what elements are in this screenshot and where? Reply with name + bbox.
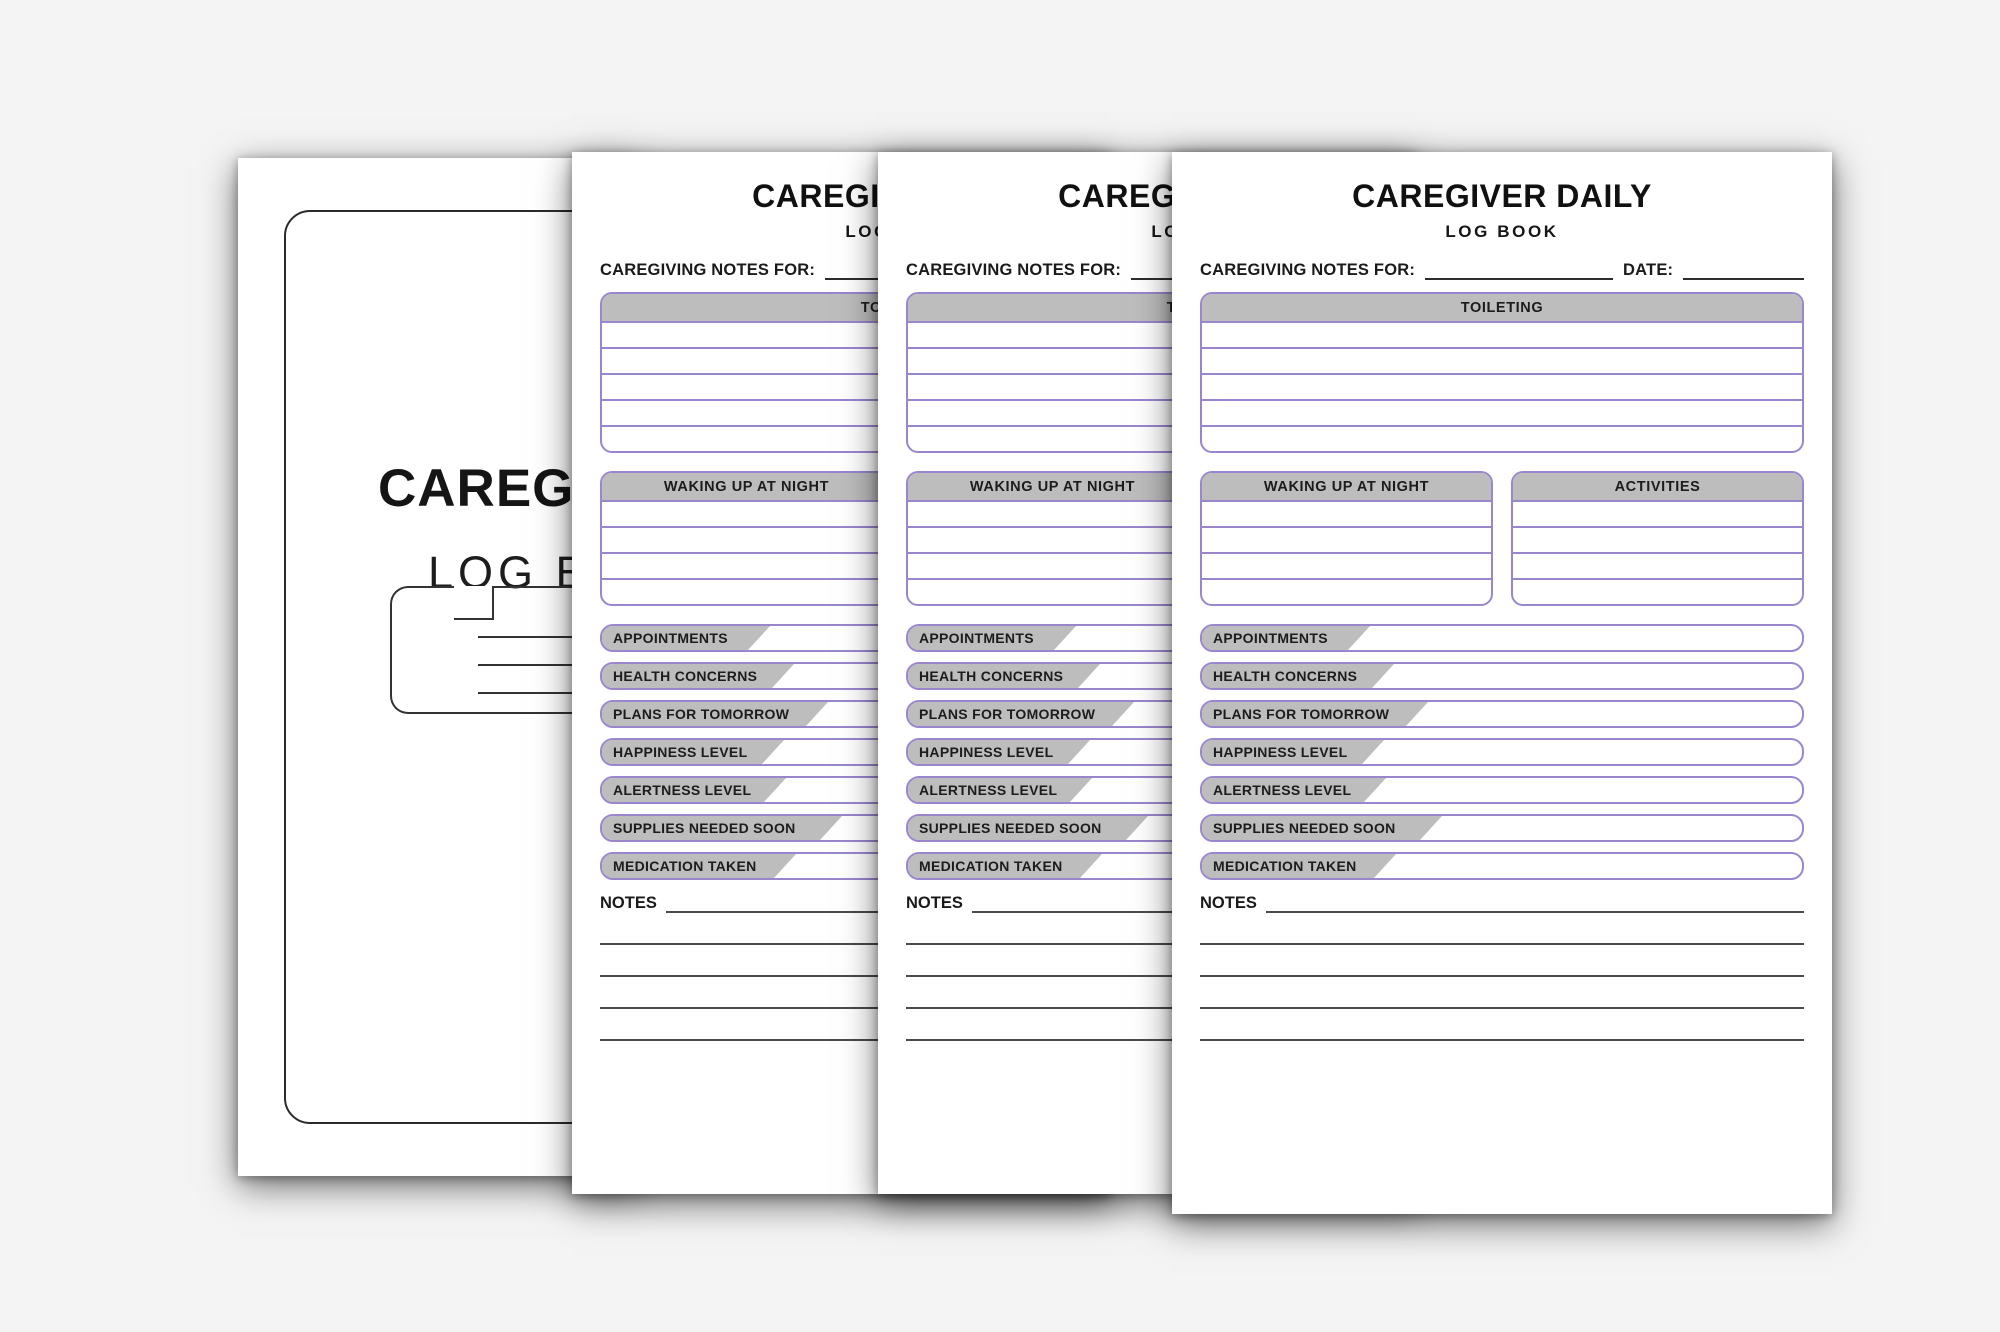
notes-input-line[interactable]: [1265, 899, 1804, 913]
toileting-lines[interactable]: [1202, 323, 1802, 451]
waking-up-at-night-section: WAKING UP AT NIGHT: [600, 471, 893, 606]
date-input[interactable]: [1683, 265, 1804, 280]
log-page-front[interactable]: CAREGIVER DAILY LOG BOOK CAREGIVING NOTE…: [1172, 152, 1832, 1214]
ruled-line[interactable]: [1513, 502, 1802, 528]
waking-up-at-night-section: WAKING UP AT NIGHT: [906, 471, 1199, 606]
tab-row-label: PLANS FOR TOMORROW: [908, 702, 1134, 726]
waking-up-at-night-header: WAKING UP AT NIGHT: [1202, 473, 1491, 502]
notes-section: NOTES: [1200, 894, 1804, 1041]
ruled-line[interactable]: [1202, 528, 1491, 554]
notes-line[interactable]: [1200, 945, 1804, 977]
cover-decoration-notch: [454, 586, 494, 620]
date-label: DATE:: [1623, 261, 1674, 279]
waking-up-at-night-lines[interactable]: [1202, 502, 1491, 604]
ruled-line[interactable]: [1513, 528, 1802, 554]
notes-line[interactable]: [1200, 913, 1804, 945]
ruled-line[interactable]: [602, 580, 891, 604]
tab-row-label: MEDICATION TAKEN: [602, 854, 796, 878]
tab-rows-section: APPOINTMENTS HEALTH CONCERNS PLANS FOR TOM…: [1200, 624, 1804, 880]
tab-row-label: HEALTH CONCERNS: [908, 664, 1100, 688]
canvas: CAREGIVER LOG BOOK CAREGIVER DAILY LOG B…: [0, 0, 2000, 1332]
notes-for-label: CAREGIVING NOTES FOR:: [1200, 261, 1416, 279]
page-subtitle: LOG BOOK: [1445, 222, 1559, 241]
activities-section: ACTIVITIES: [1511, 471, 1804, 606]
ruled-line[interactable]: [1202, 349, 1802, 375]
waking-up-at-night-lines[interactable]: [602, 502, 891, 604]
waking-up-at-night-section: WAKING UP AT NIGHT: [1200, 471, 1493, 606]
toileting-section: TOILETING: [1200, 292, 1804, 453]
tab-row-label: HEALTH CONCERNS: [1202, 664, 1394, 688]
notes-extra-lines[interactable]: [1200, 913, 1804, 1041]
ruled-line[interactable]: [1513, 554, 1802, 580]
document-header: CAREGIVER DAILY LOG BOOK: [1172, 152, 1832, 242]
ruled-line[interactable]: [1513, 580, 1802, 604]
waking-up-at-night-header: WAKING UP AT NIGHT: [602, 473, 891, 502]
notes-label: NOTES: [1200, 894, 1257, 912]
ruled-line[interactable]: [1202, 580, 1491, 604]
tab-row-label: APPOINTMENTS: [908, 626, 1076, 650]
log-form-body: CAREGIVER DAILY LOG BOOK CAREGIVING NOTE…: [1172, 152, 1832, 1214]
ruled-line[interactable]: [602, 528, 891, 554]
notes-for-input[interactable]: [1425, 265, 1614, 280]
tab-row-label: ALERTNESS LEVEL: [602, 778, 786, 802]
notes-label: NOTES: [906, 894, 963, 912]
tab-row-label: SUPPLIES NEEDED SOON: [908, 816, 1148, 840]
tab-row[interactable]: MEDICATION TAKEN: [1200, 852, 1804, 880]
activities-lines[interactable]: [1513, 502, 1802, 604]
notes-for-label: CAREGIVING NOTES FOR:: [906, 261, 1122, 279]
tab-row-label: SUPPLIES NEEDED SOON: [1202, 816, 1442, 840]
tab-row-label: ALERTNESS LEVEL: [1202, 778, 1386, 802]
tab-row-label: SUPPLIES NEEDED SOON: [602, 816, 842, 840]
ruled-line[interactable]: [908, 580, 1197, 604]
ruled-line[interactable]: [1202, 554, 1491, 580]
tab-row-label: MEDICATION TAKEN: [908, 854, 1102, 878]
tab-row[interactable]: HEALTH CONCERNS: [1200, 662, 1804, 690]
notes-line[interactable]: [1200, 977, 1804, 1009]
tab-row-label: HEALTH CONCERNS: [602, 664, 794, 688]
page-title: CAREGIVER DAILY: [1352, 178, 1652, 214]
tab-row[interactable]: PLANS FOR TOMORROW: [1200, 700, 1804, 728]
notes-for-label: CAREGIVING NOTES FOR:: [600, 261, 816, 279]
notes-first-row: NOTES: [1200, 894, 1804, 913]
ruled-line[interactable]: [908, 502, 1197, 528]
tab-row-label: HAPPINESS LEVEL: [1202, 740, 1384, 764]
tab-row-label: PLANS FOR TOMORROW: [602, 702, 828, 726]
two-column-section: WAKING UP AT NIGHT ACTIVITIES: [1200, 471, 1804, 606]
tab-row-label: APPOINTMENTS: [602, 626, 770, 650]
tab-row-label: HAPPINESS LEVEL: [908, 740, 1090, 764]
toileting-header: TOILETING: [1202, 294, 1802, 323]
waking-up-at-night-lines[interactable]: [908, 502, 1197, 604]
tab-row-label: PLANS FOR TOMORROW: [1202, 702, 1428, 726]
waking-up-at-night-header: WAKING UP AT NIGHT: [908, 473, 1197, 502]
ruled-line[interactable]: [1202, 375, 1802, 401]
ruled-line[interactable]: [1202, 323, 1802, 349]
ruled-line[interactable]: [1202, 401, 1802, 427]
tab-row-label: APPOINTMENTS: [1202, 626, 1370, 650]
ruled-line[interactable]: [602, 554, 891, 580]
meta-row: CAREGIVING NOTES FOR: DATE:: [1200, 261, 1804, 280]
ruled-line[interactable]: [602, 502, 891, 528]
tab-row[interactable]: HAPPINESS LEVEL: [1200, 738, 1804, 766]
ruled-line[interactable]: [1202, 427, 1802, 451]
ruled-line[interactable]: [1202, 502, 1491, 528]
tab-row-label: MEDICATION TAKEN: [1202, 854, 1396, 878]
tab-row[interactable]: SUPPLIES NEEDED SOON: [1200, 814, 1804, 842]
tab-row-label: ALERTNESS LEVEL: [908, 778, 1092, 802]
ruled-line[interactable]: [908, 528, 1197, 554]
tab-row-label: HAPPINESS LEVEL: [602, 740, 784, 764]
activities-header: ACTIVITIES: [1513, 473, 1802, 502]
ruled-line[interactable]: [908, 554, 1197, 580]
notes-label: NOTES: [600, 894, 657, 912]
notes-line[interactable]: [1200, 1009, 1804, 1041]
tab-row[interactable]: ALERTNESS LEVEL: [1200, 776, 1804, 804]
tab-row[interactable]: APPOINTMENTS: [1200, 624, 1804, 652]
